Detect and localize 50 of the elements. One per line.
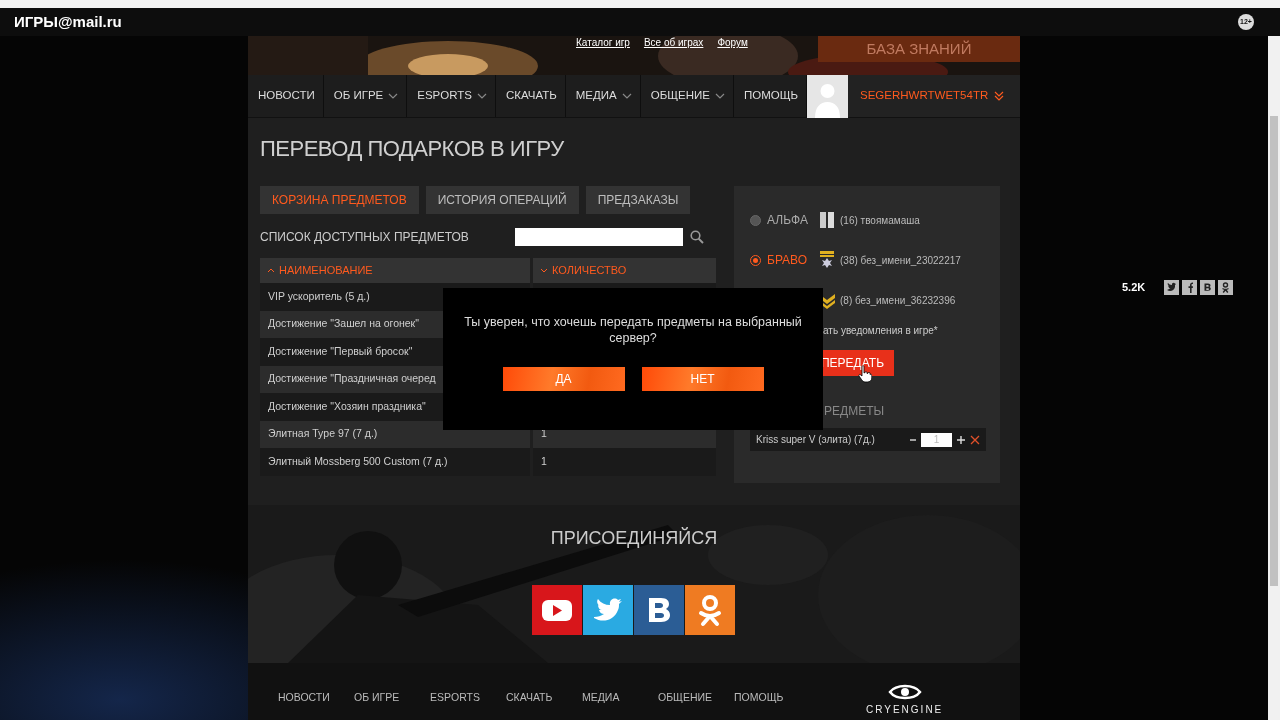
footer-link[interactable]: СКАЧАТЬ bbox=[506, 690, 582, 704]
footer-link[interactable]: НОВОСТИ bbox=[278, 690, 354, 704]
banner-link[interactable]: Форум bbox=[717, 36, 748, 50]
facebook-icon[interactable] bbox=[1182, 279, 1198, 295]
eye-icon bbox=[887, 683, 922, 701]
plus-icon[interactable] bbox=[956, 434, 966, 445]
double-bar-rank-icon bbox=[817, 210, 837, 230]
search-icon[interactable] bbox=[690, 230, 704, 244]
footer-link[interactable]: ОБ ИГРЕ bbox=[354, 690, 430, 704]
youtube-icon[interactable] bbox=[532, 585, 582, 635]
engine-logo-text: CRYENGINE bbox=[866, 704, 944, 716]
section-title: ПРИСОЕДИНЯЙСЯ bbox=[550, 528, 718, 548]
share-count: 5.2K bbox=[1122, 280, 1146, 295]
double-chevron-icon bbox=[994, 91, 1005, 101]
column-header[interactable]: КОЛИЧЕСТВО bbox=[533, 258, 716, 283]
vk-icon[interactable] bbox=[1200, 279, 1216, 295]
tab[interactable]: КОРЗИНА ПРЕДМЕТОВ bbox=[260, 186, 419, 214]
item-name: Kriss super V (элита) (7д.) bbox=[756, 433, 876, 447]
star-rank-icon bbox=[817, 250, 837, 270]
ok-icon[interactable] bbox=[1218, 279, 1234, 295]
site-logo[interactable]: ИГРЫ@mail.ru bbox=[14, 10, 122, 34]
twitter-icon[interactable] bbox=[1164, 279, 1180, 295]
player-name: (38) без_имени_23022217 bbox=[840, 253, 961, 268]
player-name: (8) без_имени_36232396 bbox=[840, 293, 956, 308]
scrollbar[interactable] bbox=[1268, 36, 1280, 720]
radio-button[interactable] bbox=[750, 254, 761, 266]
banner-link[interactable]: Каталог игр bbox=[576, 36, 630, 50]
table-cell: 1 bbox=[533, 448, 716, 476]
page-title: ПЕРЕВОД ПОДАРКОВ В ИГРУ bbox=[260, 135, 565, 163]
footer-link[interactable]: ОБЩЕНИЕ bbox=[658, 690, 734, 704]
footer-link[interactable]: МЕДИА bbox=[582, 690, 658, 704]
vk-icon[interactable] bbox=[634, 585, 684, 635]
tab[interactable]: ПРЕДЗАКАЗЫ bbox=[585, 186, 691, 214]
table-cell: Элитный Mossberg 500 Custom (7 д.) bbox=[260, 448, 530, 476]
list-title: СПИСОК ДОСТУПНЫХ ПРЕДМЕТОВ bbox=[260, 229, 469, 246]
section-title: РЕДМЕТЫ bbox=[823, 403, 886, 420]
player-name: (16) твоямамаша bbox=[840, 213, 920, 228]
footer-link[interactable]: ПОМОЩЬ bbox=[734, 690, 810, 704]
server-name: АЛЬФА bbox=[767, 212, 809, 229]
server-name: БРАВО bbox=[767, 252, 809, 269]
user-menu[interactable]: SEGERHWRTWET54TR bbox=[848, 75, 1020, 117]
close-icon[interactable] bbox=[970, 434, 980, 445]
column-header[interactable]: НАИМЕНОВАНИЕ bbox=[260, 258, 530, 283]
tab[interactable]: ИСТОРИЯ ОПЕРАЦИЙ bbox=[425, 186, 579, 214]
avatar[interactable] bbox=[807, 75, 849, 118]
footer-link[interactable]: ESPORTS bbox=[430, 690, 506, 704]
search-field[interactable] bbox=[515, 228, 683, 246]
checkbox-label: ать уведомления в игре* bbox=[823, 323, 938, 338]
banner-link[interactable]: Все об играх bbox=[643, 36, 704, 50]
radio-button[interactable] bbox=[750, 214, 761, 226]
